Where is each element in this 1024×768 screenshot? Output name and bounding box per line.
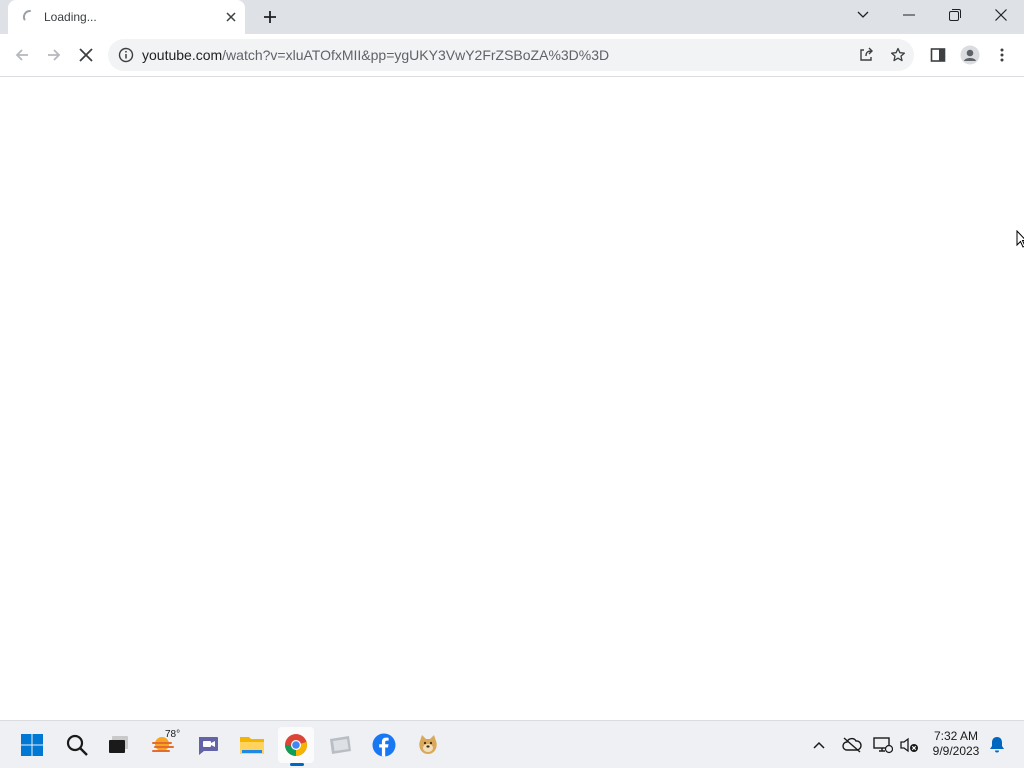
- stop-loading-button[interactable]: [73, 42, 99, 68]
- chrome-icon: [285, 734, 307, 756]
- speaker-muted-icon: [900, 737, 918, 753]
- close-window-button[interactable]: [978, 0, 1024, 30]
- doge-app[interactable]: [410, 727, 446, 763]
- forward-button[interactable]: [41, 42, 67, 68]
- page-content[interactable]: [0, 77, 1024, 720]
- tab-strip: Loading...: [0, 0, 1024, 34]
- restore-icon: [949, 9, 961, 21]
- forward-arrow-icon: [48, 49, 61, 61]
- show-hidden-icons-button[interactable]: [808, 734, 830, 756]
- teams-chat-app[interactable]: [190, 727, 226, 763]
- back-button[interactable]: [9, 42, 35, 68]
- taskbar-clock[interactable]: 7:32 AM 9/9/2023: [926, 729, 986, 759]
- windows-logo-icon: [21, 734, 43, 756]
- restore-button[interactable]: [932, 0, 978, 30]
- profile-button[interactable]: [957, 42, 983, 68]
- loading-spinner-icon: [22, 9, 31, 21]
- minimize-button[interactable]: [886, 0, 932, 30]
- notifications-button[interactable]: [986, 734, 1008, 756]
- minimize-icon: [903, 14, 915, 16]
- network-icon: [873, 737, 893, 754]
- url-path: /watch?v=xluATOfxMII&pp=ygUKY3VwY2FrZSBo…: [222, 47, 610, 63]
- screen: Loading... youtube.com/watch?v=xluATOfxM…: [0, 0, 1024, 768]
- teams-chat-icon: [199, 737, 218, 755]
- start-button[interactable]: [14, 727, 50, 763]
- file-explorer-app[interactable]: [234, 727, 270, 763]
- info-icon[interactable]: [118, 47, 134, 63]
- weather-temp: 78°: [165, 729, 181, 740]
- taskbar: 78° 7:32 AM 9/9/2023: [0, 720, 1024, 768]
- share-icon[interactable]: [856, 45, 876, 65]
- bell-icon: [990, 737, 1004, 753]
- address-bar[interactable]: youtube.com/watch?v=xluATOfxMII&pp=ygUKY…: [108, 39, 914, 71]
- chevron-down-icon: [857, 11, 869, 18]
- tab-title: Loading...: [44, 10, 97, 24]
- taskbar-app[interactable]: [322, 727, 358, 763]
- cloud-offline-icon: [842, 737, 862, 753]
- volume-tray[interactable]: [898, 734, 920, 756]
- browser-tab[interactable]: Loading...: [8, 0, 245, 34]
- stop-loading-icon: [79, 48, 93, 62]
- facebook-app[interactable]: [366, 727, 402, 763]
- facebook-icon: [372, 733, 396, 757]
- star-icon[interactable]: [888, 45, 908, 65]
- task-view-icon: [109, 736, 128, 753]
- back-arrow-icon: [15, 49, 28, 61]
- url-text[interactable]: youtube.com/watch?v=xluATOfxMII&pp=ygUKY…: [142, 47, 609, 63]
- active-app-indicator: [290, 763, 304, 766]
- clock-date: 9/9/2023: [932, 744, 980, 758]
- app-tile-icon: [330, 736, 351, 754]
- onedrive-tray[interactable]: [841, 734, 863, 756]
- menu-button[interactable]: [989, 42, 1015, 68]
- new-tab-button[interactable]: [259, 6, 281, 28]
- kebab-menu-icon: [1000, 48, 1004, 62]
- tab-search-button[interactable]: [840, 0, 886, 30]
- doge-icon: [419, 735, 437, 754]
- plus-icon: [264, 11, 276, 23]
- search-icon: [66, 734, 88, 756]
- browser-toolbar: youtube.com/watch?v=xluATOfxMII&pp=ygUKY…: [0, 34, 1024, 77]
- tab-close-icon[interactable]: [223, 9, 239, 25]
- url-host: youtube.com: [142, 47, 223, 63]
- close-icon: [995, 9, 1007, 21]
- network-tray[interactable]: [872, 734, 894, 756]
- chrome-app[interactable]: [278, 727, 314, 763]
- clock-time: 7:32 AM: [933, 729, 979, 743]
- chevron-up-icon: [813, 741, 825, 749]
- profile-icon: [960, 45, 980, 65]
- mouse-cursor-icon: [1016, 230, 1024, 248]
- folder-icon: [240, 737, 264, 754]
- task-view-button[interactable]: [101, 727, 137, 763]
- side-panel-icon: [930, 48, 946, 62]
- side-panel-button[interactable]: [925, 42, 951, 68]
- search-button[interactable]: [59, 727, 95, 763]
